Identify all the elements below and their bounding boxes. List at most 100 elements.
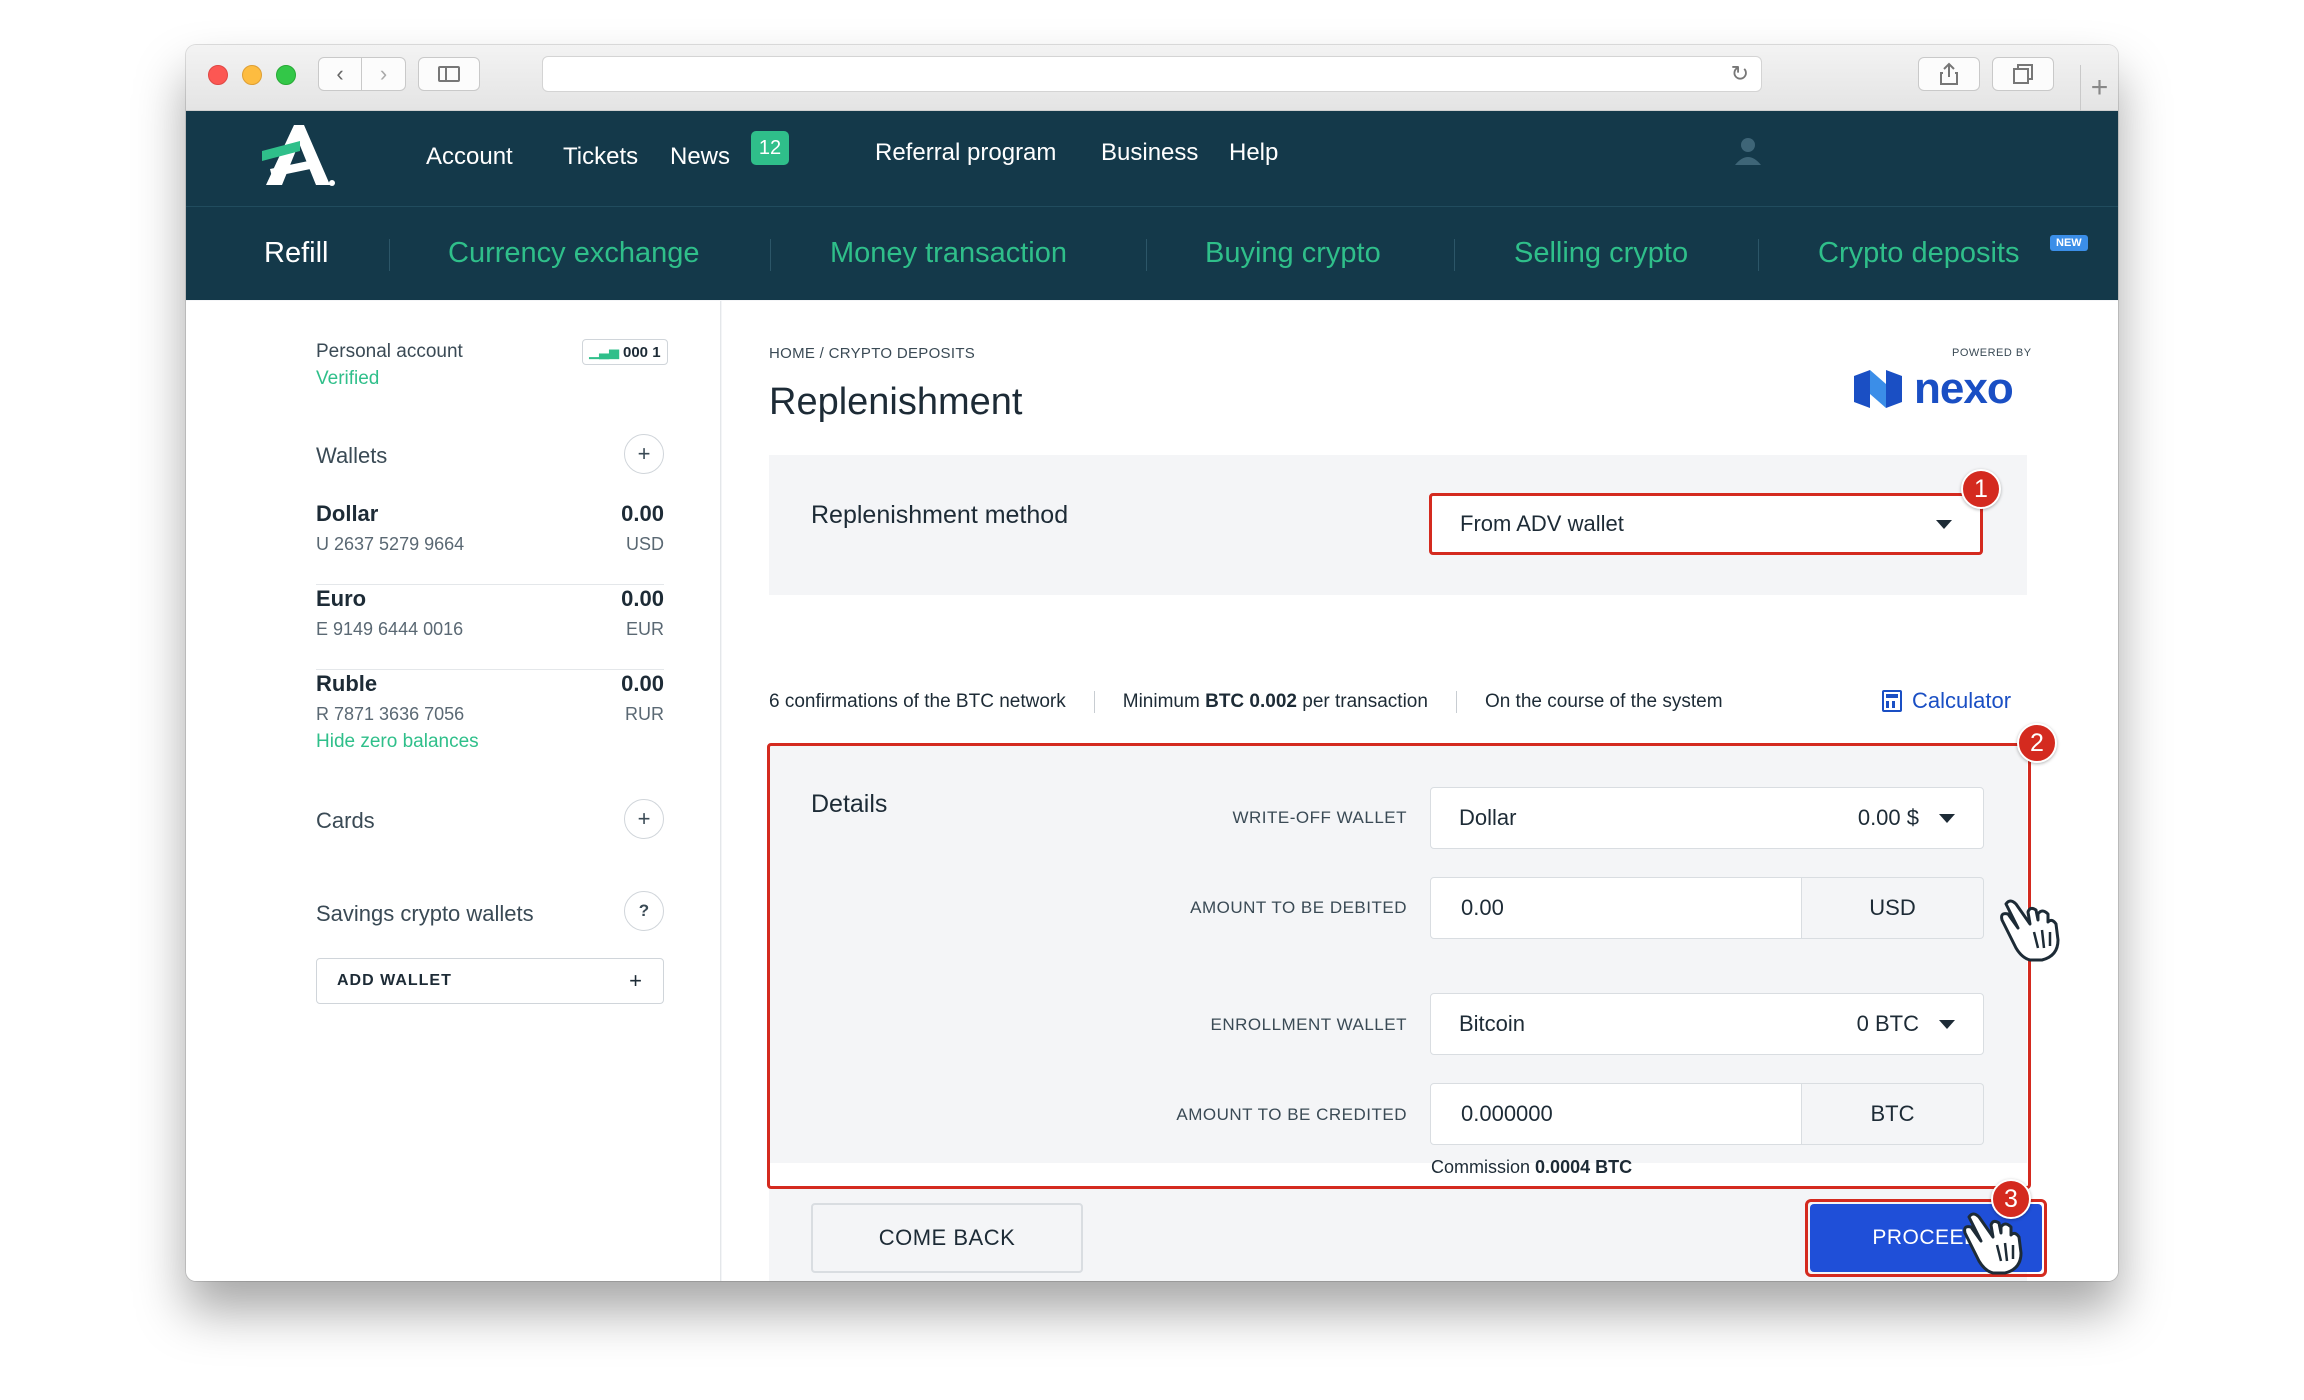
tab-divider [1758,239,1759,271]
info-divider [1093,691,1095,713]
tab-money-transaction[interactable]: Money transaction [830,237,1067,270]
come-back-button[interactable]: COME BACK [811,1203,1083,1273]
share-icon [1940,62,1958,85]
plus-icon: + [637,441,651,466]
caret-down-icon [1936,519,1952,529]
info-divider [1455,691,1457,713]
nexo-logo: nexo [1852,364,2014,413]
write-off-wallet-label: WRITE-OFF WALLET [1232,808,1407,827]
maximize-window-button[interactable] [276,65,296,85]
wallet-number: R 7871 3636 7056 [316,704,465,724]
tab-currency-exchange[interactable]: Currency exchange [448,237,699,270]
nav-business[interactable]: Business [1101,139,1198,167]
powered-by-label: POWERED BY [1952,347,2032,359]
tab-crypto-deposits[interactable]: Crypto deposits [1818,237,2020,270]
breadcrumb[interactable]: HOME / CRYPTO DEPOSITS [769,345,975,362]
reload-icon[interactable]: ↻ [1731,61,1749,87]
browser-toolbar: ‹ › ↻ + [186,45,2118,111]
details-panel: Details WRITE-OFF WALLET Dollar 0.00 $ A… [769,745,2027,1163]
wallet-item-dollar[interactable]: Dollar 0.00 U 2637 5279 9664 USD [316,501,664,585]
new-tab-button[interactable]: + [2080,65,2118,111]
chevron-right-icon: › [379,61,388,86]
user-icon[interactable] [1732,135,1764,167]
nav-news[interactable]: News [670,143,730,171]
replenishment-method-panel: Replenishment method From ADV wallet 1 [769,455,2027,595]
add-wallet-button[interactable]: ADD WALLET + [316,958,664,1004]
nav-help[interactable]: Help [1229,139,1278,167]
commission-value: 0.0004 BTC [1535,1157,1633,1177]
enrollment-wallet-select[interactable]: Bitcoin 0 BTC [1430,993,1984,1055]
news-count-badge: 12 [751,131,789,165]
course-info: On the course of the system [1484,691,1723,712]
calculator-label: Calculator [1912,688,2012,713]
new-badge: NEW [2050,235,2088,251]
sidebar-toggle-button[interactable] [418,57,480,91]
tab-selling-crypto[interactable]: Selling crypto [1514,237,1688,270]
hand-pointer-icon [1963,1212,2023,1275]
wallet-number: U 2637 5279 9664 [316,534,465,554]
minimize-window-button[interactable] [242,65,262,85]
savings-help-button[interactable]: ? [624,891,664,931]
main-content: HOME / CRYPTO DEPOSITS Replenishment POW… [722,301,2118,1281]
credit-currency: BTC [1802,1083,1984,1145]
calculator-icon [1882,690,1902,712]
savings-crypto-wallets-title: Savings crypto wallets [316,901,534,926]
account-sidebar: Personal account Verified ▁▃▅ 000 1 Wall… [186,301,721,1281]
nexo-wordmark: nexo [1914,364,2014,413]
address-bar[interactable]: ↻ [542,56,1762,92]
plus-icon: + [2090,71,2109,104]
chevron-left-icon: ‹ [336,61,344,86]
page-title: Replenishment [769,381,1023,423]
step-marker-1: 1 [1961,469,2001,509]
share-button[interactable] [1918,57,1980,91]
commission-label: Commission [1431,1157,1531,1177]
calculator-link[interactable]: Calculator [1882,688,2011,714]
wallet-item-euro[interactable]: Euro 0.00 E 9149 6444 0016 EUR [316,586,664,670]
caret-down-icon [1939,1019,1955,1029]
replenishment-method-select[interactable]: From ADV wallet [1429,493,1983,555]
enrollment-wallet-name: Bitcoin [1459,1011,1526,1036]
account-id-badge[interactable]: ▁▃▅ 000 1 [582,339,668,365]
amount-debited-input[interactable] [1430,877,1802,939]
amount-credited-label: AMOUNT TO BE CREDITED [1176,1105,1407,1124]
cards-title: Cards [316,808,375,833]
hand-pointer-icon [2000,899,2060,962]
tab-refill[interactable]: Refill [264,237,328,270]
sidebar-icon [438,66,460,82]
tabs-icon [2013,64,2033,84]
tab-divider [770,239,771,271]
show-tabs-button[interactable] [1992,57,2054,91]
nav-tickets[interactable]: Tickets [563,143,638,171]
forward-button[interactable]: › [362,57,406,91]
nexo-mark-icon [1854,370,1902,408]
close-window-button[interactable] [208,65,228,85]
wallet-balance: 0.00 [621,586,664,611]
tab-buying-crypto[interactable]: Buying crypto [1205,237,1381,270]
nav-account[interactable]: Account [426,143,513,171]
wallet-name: Euro [316,586,367,611]
commission-info: Commission 0.0004 BTC [1431,1157,1632,1178]
add-wallet-plus-button[interactable]: + [624,434,664,474]
minimum-value: BTC 0.002 [1205,691,1297,712]
adv-logo[interactable] [260,121,336,191]
verified-status: Verified [316,368,380,389]
hide-zero-balances-link[interactable]: Hide zero balances [316,731,479,753]
amount-debited-label: AMOUNT TO BE DEBITED [1190,898,1407,917]
tab-divider [1454,239,1455,271]
add-card-button[interactable]: + [624,799,664,839]
top-navigation: Account Tickets News 12 Referral program… [186,111,2118,206]
plus-icon: + [637,806,651,831]
back-button[interactable]: ‹ [318,57,362,91]
amount-credited-input[interactable] [1430,1083,1802,1145]
wallet-balance: 0.00 [621,501,664,526]
caret-down-icon [1939,813,1955,823]
enrollment-wallet-label: ENROLLMENT WALLET [1210,1015,1407,1034]
write-off-wallet-select[interactable]: Dollar 0.00 $ [1430,787,1984,849]
nav-referral-program[interactable]: Referral program [875,139,1056,167]
debit-currency: USD [1802,877,1984,939]
confirmations-info: 6 confirmations of the BTC network [769,691,1066,712]
details-title: Details [811,790,888,818]
write-off-wallet-balance: 0.00 $ [1857,805,1919,830]
wallet-currency: USD [625,534,664,554]
step-marker-2: 2 [2017,723,2057,763]
